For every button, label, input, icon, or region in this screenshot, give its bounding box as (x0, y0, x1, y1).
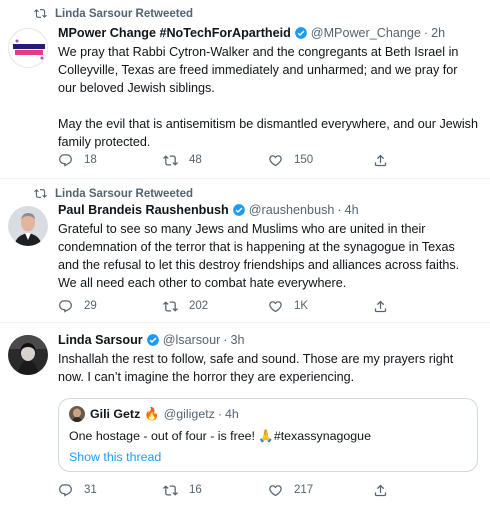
share-icon (374, 484, 387, 496)
retweet-indicator: Linda Sarsour Retweeted (34, 7, 193, 20)
heart-icon (269, 484, 282, 496)
tweet-header: Paul Brandeis Raushenbush @raushenbush ·… (58, 203, 478, 217)
separator-dot: · (217, 407, 222, 421)
tweet-actions: 31 16 217 (58, 482, 478, 498)
tweet-paragraph: May the evil that is antisemitism be dis… (58, 117, 478, 149)
retweet-indicator: Linda Sarsour Retweeted (34, 187, 193, 200)
tweet-paragraph: We pray that Rabbi Cytron-Walker and the… (58, 45, 459, 95)
tweet-text: Grateful to see so many Jews and Muslims… (58, 220, 478, 292)
timeline-feed: Linda Sarsour Retweeted MPower Change #N… (0, 0, 490, 507)
like-count: 150 (294, 154, 314, 166)
quoted-tweet-text: One hostage - out of four - is free! 🙏#t… (69, 429, 371, 443)
retweet-icon (163, 484, 178, 496)
separator-dot: · (337, 203, 342, 217)
quoted-avatar[interactable] (69, 406, 85, 422)
tweet-text: Inshallah the rest to follow, safe and s… (58, 350, 478, 386)
share-icon (374, 154, 387, 166)
verified-badge-icon (232, 204, 245, 216)
retweet-icon (34, 9, 47, 18)
retweet-icon (34, 189, 47, 198)
like-count: 1K (294, 300, 309, 312)
quoted-author-name[interactable]: Gili Getz (90, 407, 140, 421)
share-button[interactable] (373, 299, 478, 314)
quoted-tweet-header: Gili Getz 🔥 @giligetz · 4h (69, 406, 467, 422)
reply-button[interactable]: 18 (58, 153, 163, 168)
retweet-icon (163, 300, 178, 312)
tweet-header: Linda Sarsour @lsarsour · 3h (58, 333, 478, 347)
profile-photo-icon (8, 335, 48, 375)
mpower-logo-icon (10, 30, 47, 67)
like-button[interactable]: 150 (268, 153, 373, 168)
author-handle[interactable]: @lsarsour (163, 333, 221, 347)
tweet-text: We pray that Rabbi Cytron-Walker and the… (58, 43, 478, 151)
verified-badge-icon (294, 27, 307, 39)
tweet-actions: 18 48 150 (58, 152, 478, 168)
tweet[interactable]: Linda Sarsour Retweeted Paul Brandeis Ra… (0, 179, 490, 323)
tweet-header: MPower Change #NoTechForApartheid @MPowe… (58, 26, 478, 40)
avatar[interactable] (8, 335, 48, 375)
heart-icon (269, 154, 282, 166)
quoted-tweet[interactable]: Gili Getz 🔥 @giligetz · 4h One hostage -… (58, 398, 478, 472)
author-name[interactable]: Linda Sarsour (58, 333, 143, 347)
reply-count: 29 (84, 300, 97, 312)
tweet-actions: 29 202 1K (58, 298, 478, 314)
tweet[interactable]: Linda Sarsour Retweeted MPower Change #N… (0, 0, 490, 179)
share-icon (374, 300, 387, 312)
like-button[interactable]: 1K (268, 299, 373, 314)
reply-button[interactable]: 31 (58, 483, 163, 498)
timestamp[interactable]: 2h (431, 26, 445, 40)
quoted-timestamp[interactable]: 4h (225, 407, 239, 421)
tweet[interactable]: Linda Sarsour @lsarsour · 3h Inshallah t… (0, 323, 490, 507)
author-name[interactable]: MPower Change #NoTechForApartheid (58, 26, 291, 40)
reply-count: 31 (84, 484, 97, 496)
fire-emoji: 🔥 (144, 406, 160, 421)
like-count: 217 (294, 484, 314, 496)
separator-dot: · (223, 333, 228, 347)
quoted-author-handle[interactable]: @giligetz (164, 407, 215, 421)
reply-button[interactable]: 29 (58, 299, 163, 314)
retweet-count: 16 (189, 484, 202, 496)
timestamp[interactable]: 3h (230, 333, 244, 347)
show-thread-link[interactable]: Show this thread (69, 450, 467, 464)
reply-count: 18 (84, 154, 97, 166)
share-button[interactable] (373, 153, 478, 168)
tweet-paragraph: Grateful to see so many Jews and Muslims… (58, 222, 460, 290)
retweet-button[interactable]: 16 (163, 483, 268, 498)
author-name[interactable]: Paul Brandeis Raushenbush (58, 203, 229, 217)
retweet-label: Linda Sarsour Retweeted (55, 7, 194, 20)
retweet-label: Linda Sarsour Retweeted (55, 187, 194, 200)
verified-badge-icon (146, 334, 159, 346)
retweet-button[interactable]: 48 (163, 153, 268, 168)
profile-photo-icon (8, 206, 48, 246)
author-handle[interactable]: @MPower_Change (311, 26, 421, 40)
avatar[interactable] (8, 206, 48, 246)
separator-dot: · (423, 26, 429, 40)
reply-icon (59, 299, 72, 313)
avatar[interactable] (8, 28, 48, 68)
retweet-icon (163, 154, 178, 166)
author-handle[interactable]: @raushenbush (249, 203, 335, 217)
timestamp[interactable]: 4h (345, 203, 359, 217)
heart-icon (269, 300, 282, 312)
retweet-count: 48 (189, 154, 202, 166)
like-button[interactable]: 217 (268, 483, 373, 498)
reply-icon (59, 153, 72, 167)
reply-icon (59, 483, 72, 497)
share-button[interactable] (373, 483, 478, 498)
profile-photo-icon (69, 406, 85, 422)
retweet-count: 202 (189, 300, 209, 312)
tweet-paragraph: Inshallah the rest to follow, safe and s… (58, 352, 454, 384)
retweet-button[interactable]: 202 (163, 299, 268, 314)
